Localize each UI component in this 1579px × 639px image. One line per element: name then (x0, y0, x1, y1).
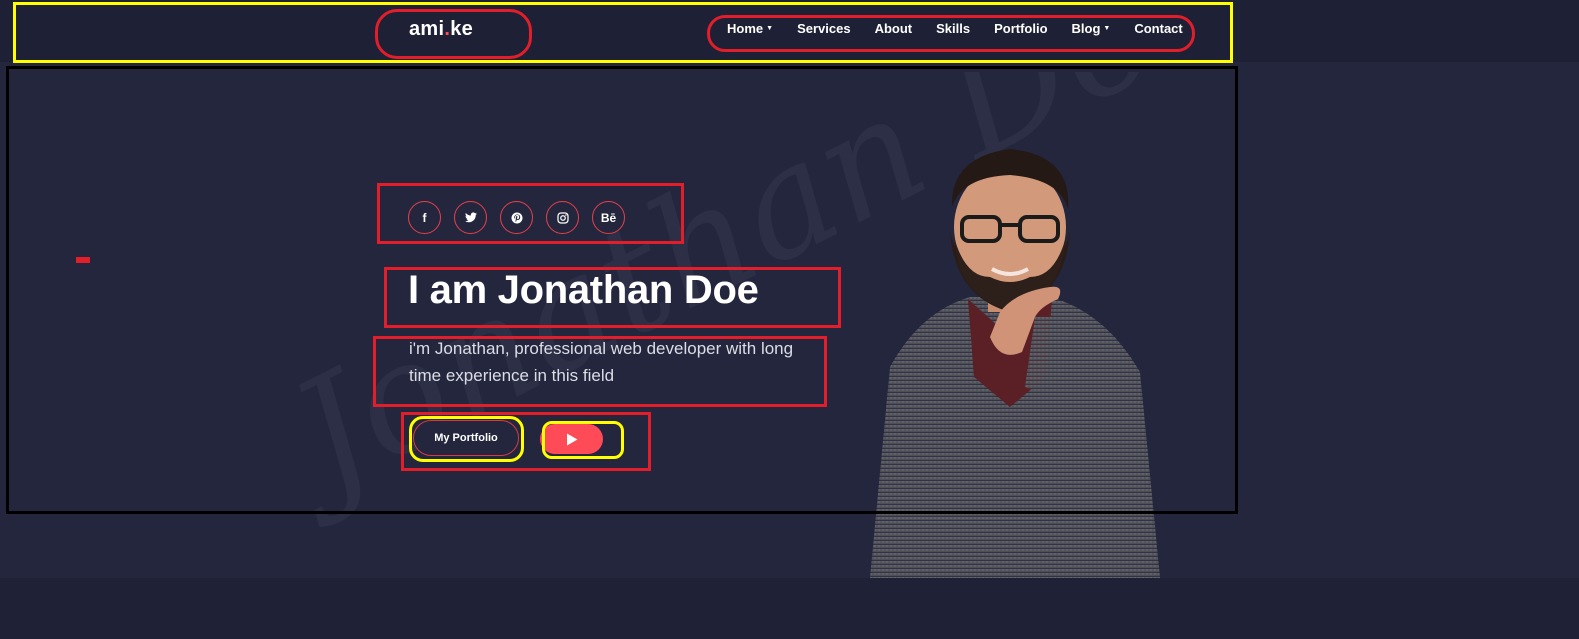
play-icon (566, 433, 577, 445)
main-nav: Home ▼ Services About Skills Portfolio Bl… (727, 21, 1207, 36)
logo-text-prefix: ami (409, 18, 445, 40)
behance-icon[interactable]: Bē (592, 201, 625, 234)
pinterest-icon[interactable] (500, 201, 533, 234)
nav-contact[interactable]: Contact (1134, 21, 1182, 36)
nav-contact-label: Contact (1134, 21, 1183, 36)
site-header: ami.ke Home ▼ Services About Skills Portf… (0, 0, 1579, 62)
nav-home-label: Home (727, 21, 764, 36)
hero-section: Jonathan Doe f Bē I am Jonathan Doe i'm … (0, 62, 1579, 578)
my-portfolio-button[interactable]: My Portfolio (413, 420, 519, 456)
my-portfolio-label: My Portfolio (434, 432, 498, 444)
facebook-icon[interactable]: f (408, 201, 441, 234)
pinterest-glyph (511, 212, 522, 223)
site-logo[interactable]: ami.ke (409, 18, 473, 41)
nav-portfolio-label: Portfolio (994, 21, 1048, 36)
nav-services-label: Services (797, 21, 851, 36)
page-footer-area (0, 578, 1579, 639)
hero-subtitle: i'm Jonathan, professional web developer… (409, 339, 794, 385)
decorative-dash (76, 257, 90, 263)
nav-portfolio[interactable]: Portfolio (994, 21, 1047, 36)
facebook-glyph: f (422, 210, 427, 225)
nav-blog[interactable]: Blog ▼ (1072, 21, 1111, 36)
nav-about-label: About (874, 21, 913, 36)
chevron-down-icon: ▼ (766, 25, 774, 32)
twitter-glyph (464, 212, 477, 223)
instagram-glyph (556, 211, 569, 224)
logo-text-suffix: ke (450, 18, 474, 40)
nav-blog-label: Blog (1071, 21, 1101, 36)
hero-title: I am Jonathan Doe (408, 268, 759, 312)
nav-about[interactable]: About (875, 21, 913, 36)
play-video-button[interactable] (540, 424, 603, 454)
nav-services[interactable]: Services (797, 21, 851, 36)
chevron-down-icon: ▼ (1103, 25, 1111, 32)
social-links: f Bē (408, 201, 638, 234)
behance-glyph: Bē (600, 210, 617, 225)
twitter-icon[interactable] (454, 201, 487, 234)
nav-skills[interactable]: Skills (936, 21, 970, 36)
profile-photo (870, 149, 1160, 578)
nav-home[interactable]: Home ▼ (727, 21, 773, 36)
nav-skills-label: Skills (936, 21, 971, 36)
instagram-icon[interactable] (546, 201, 579, 234)
